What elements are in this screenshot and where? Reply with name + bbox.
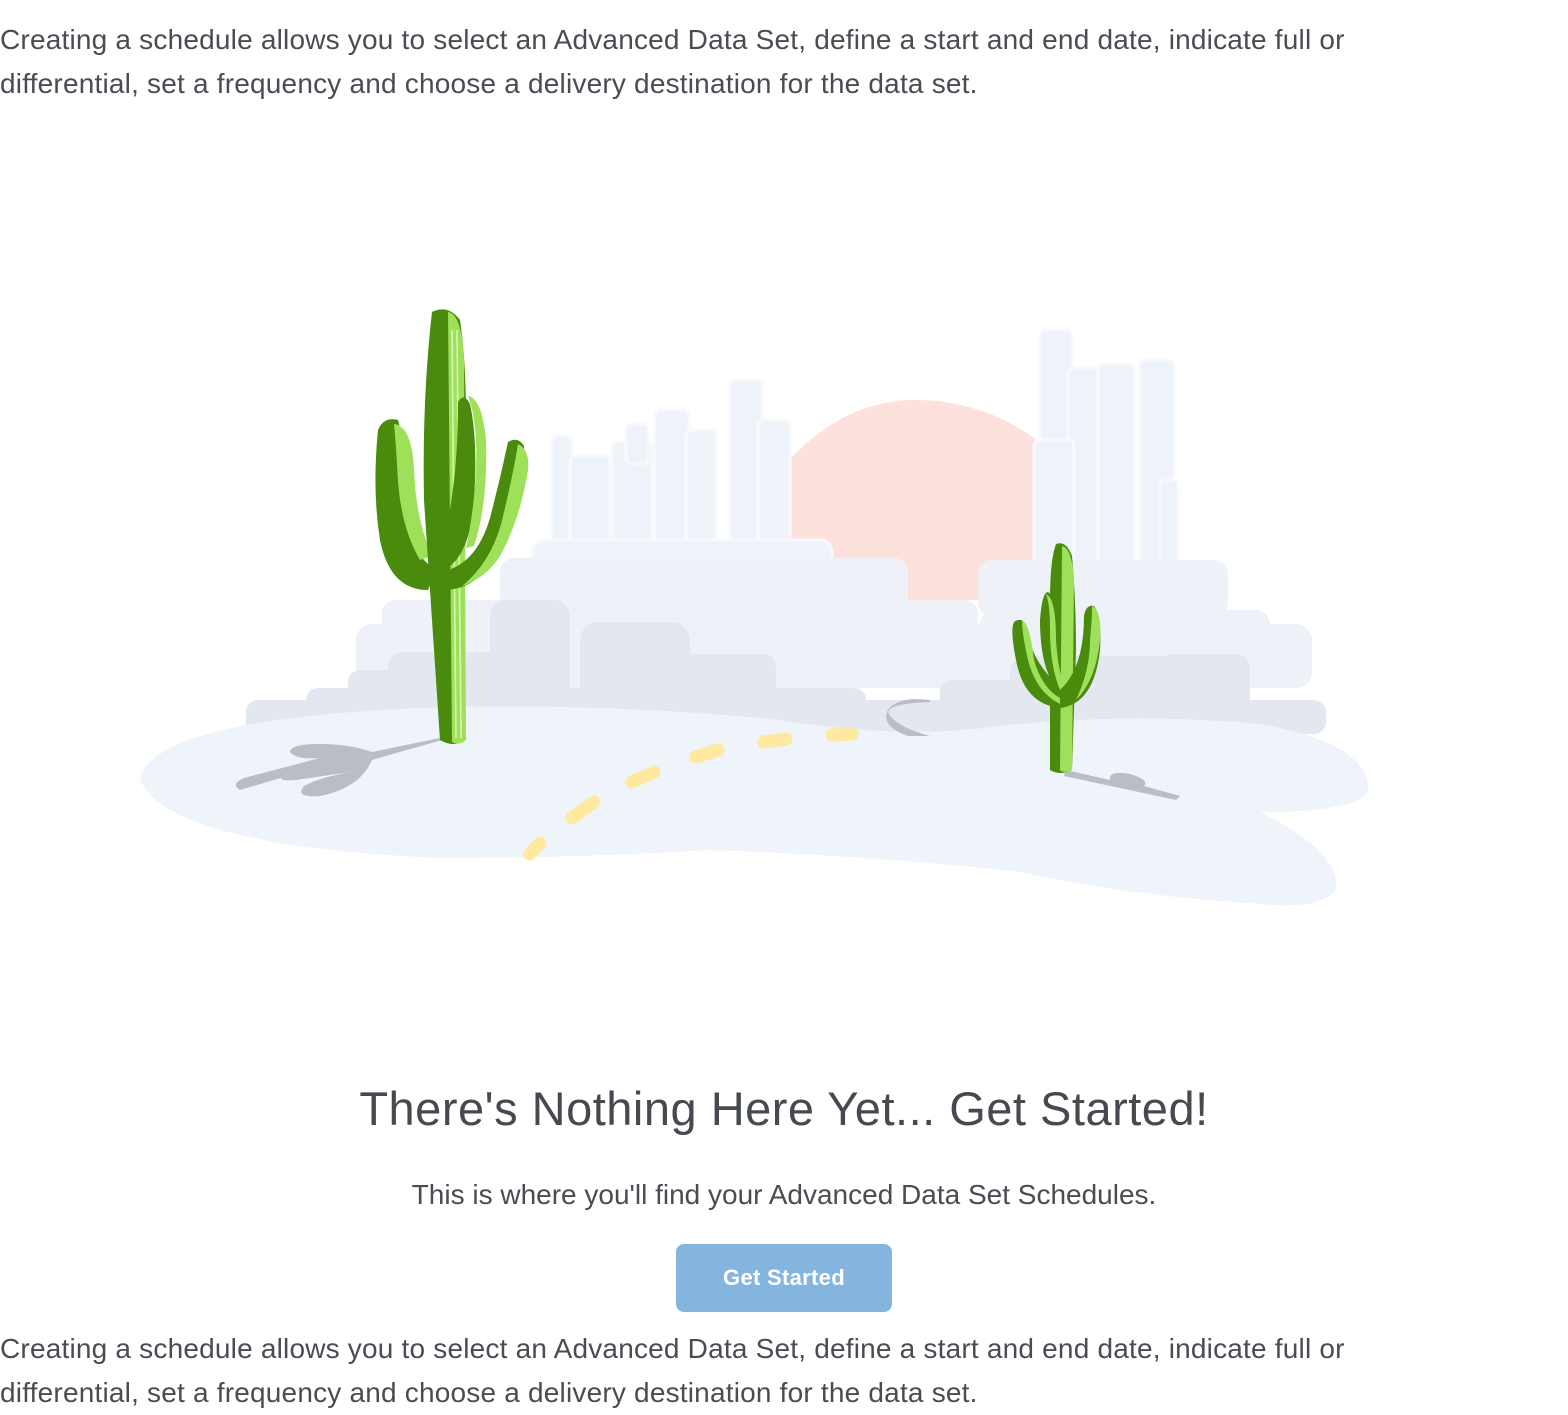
ground (140, 706, 1369, 906)
schedule-description-repeat: Creating a schedule allows you to select… (0, 1333, 1345, 1408)
get-started-button[interactable]: Get Started (676, 1244, 892, 1312)
empty-state-headline: There's Nothing Here Yet... Get Started! (359, 1082, 1209, 1135)
schedule-description: Creating a schedule allows you to select… (0, 24, 1345, 99)
desert-cactus-illustration (140, 309, 1369, 906)
empty-state-subline: This is where you'll find your Advanced … (411, 1179, 1157, 1210)
